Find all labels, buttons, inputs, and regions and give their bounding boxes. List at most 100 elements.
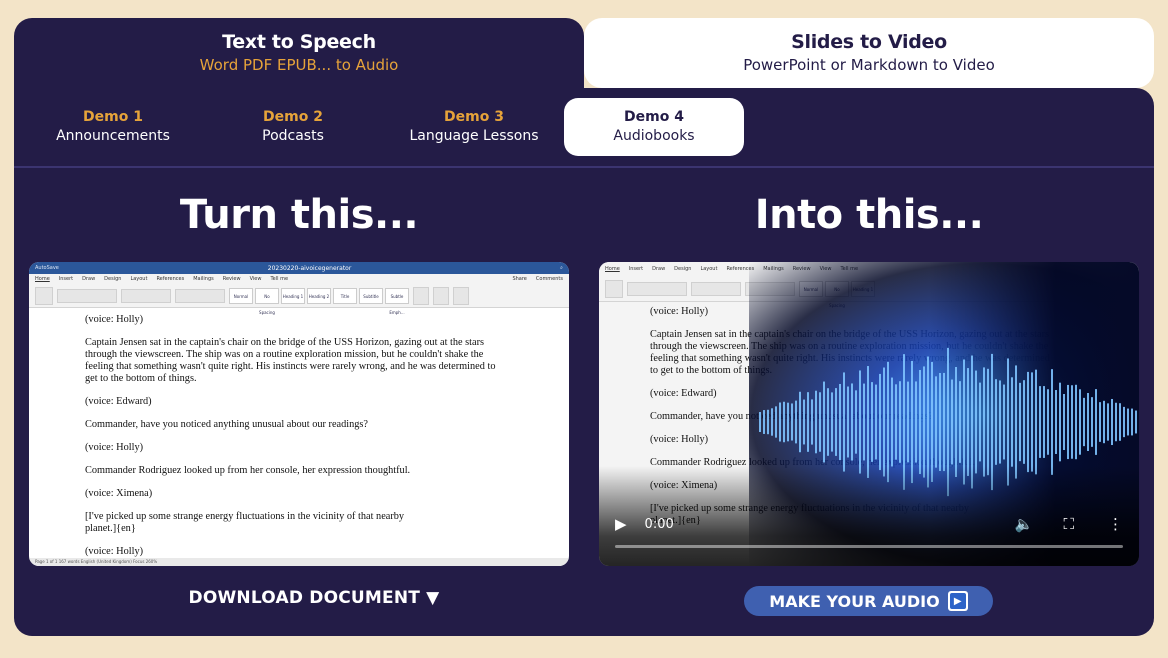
- menu-item: Review: [222, 276, 241, 282]
- waveform-bar: [943, 372, 945, 472]
- demo-number: Demo 2: [263, 109, 323, 125]
- tab-demo-2[interactable]: Demo 2 Podcasts: [203, 98, 383, 156]
- waveform-bar: [899, 381, 901, 463]
- style-box: Heading 2: [307, 287, 331, 304]
- menu-item: Design: [104, 276, 122, 282]
- menu-item: Layout: [700, 266, 718, 272]
- waveform-bar: [1063, 393, 1065, 451]
- word-title-bar: AutoSave 20230220-aivoicegenerator ⌕: [29, 262, 569, 274]
- waveform-bar: [907, 381, 909, 463]
- waveform-bar: [871, 382, 873, 462]
- styles-pane-icon: [413, 286, 429, 305]
- demo-number: Demo 1: [83, 109, 143, 125]
- waveform-bar: [1031, 372, 1033, 472]
- menu-item: References: [156, 276, 185, 282]
- share-label: Share: [512, 276, 527, 282]
- waveform-bar: [911, 360, 913, 484]
- tab-demo-4[interactable]: Demo 4 Audiobooks: [564, 98, 744, 156]
- waveform-bar: [935, 376, 937, 468]
- waveform-bar: [939, 373, 941, 471]
- waveform-bar: [1115, 402, 1117, 442]
- video-progress-bar[interactable]: [615, 545, 1123, 548]
- word-document-preview: AutoSave 20230220-aivoicegenerator ⌕ Hom…: [29, 262, 569, 566]
- waveform-bar: [783, 401, 785, 443]
- menu-item: Home: [35, 276, 50, 282]
- video-player[interactable]: Home Insert Draw Design Layout Reference…: [599, 262, 1139, 566]
- waveform-bar: [923, 366, 925, 478]
- tab-slides-to-video[interactable]: Slides to Video PowerPoint or Markdown t…: [584, 18, 1154, 88]
- tab-subtitle: PowerPoint or Markdown to Video: [743, 56, 995, 74]
- style-box: Heading 1: [281, 287, 305, 304]
- menu-item: View: [249, 276, 262, 282]
- font-controls: [57, 288, 117, 303]
- waveform-bar: [887, 361, 889, 483]
- voice-tag: (voice: Holly): [85, 442, 144, 453]
- waveform-bar: [839, 383, 841, 461]
- heading-turn-this: Turn this...: [179, 192, 419, 238]
- waveform-bar: [847, 386, 849, 458]
- fullscreen-icon[interactable]: ⛶: [1063, 515, 1074, 533]
- style-box: Subtle Emph...: [385, 287, 409, 315]
- waveform-bar: [1071, 385, 1073, 459]
- demo-panel: Demo 1 Announcements Demo 2 Podcasts Dem…: [14, 86, 1154, 636]
- alignment-controls: [175, 288, 225, 303]
- waveform-bar: [1075, 384, 1077, 460]
- waveform-bar: [951, 379, 953, 465]
- tab-subtitle: Word PDF EPUB... to Audio: [199, 56, 399, 74]
- waveform-bar: [1027, 371, 1029, 473]
- volume-icon[interactable]: 🔈: [1015, 515, 1034, 533]
- waveform-bar: [811, 399, 813, 445]
- waveform-bar: [867, 366, 869, 478]
- waveform-bar: [1091, 397, 1093, 447]
- waveform-bar: [827, 388, 829, 456]
- download-document-button[interactable]: DOWNLOAD DOCUMENT ▼: [149, 588, 479, 608]
- video-time: 0:00: [644, 516, 674, 532]
- demo-number: Demo 4: [624, 109, 684, 125]
- divider: [14, 166, 1154, 168]
- waveform-bar: [1047, 389, 1049, 455]
- tab-title: Text to Speech: [222, 31, 376, 53]
- waveform-bar: [815, 390, 817, 454]
- waveform-bar: [1039, 386, 1041, 458]
- waveform-bar: [983, 367, 985, 477]
- menu-item: Tell me: [270, 276, 289, 282]
- waveform-bar: [799, 391, 801, 453]
- play-icon[interactable]: ▶: [615, 515, 627, 533]
- video-controls: ▶ 0:00 🔈 ⛶ ⋮: [599, 512, 1139, 536]
- document-filename: 20230220-aivoicegenerator: [267, 264, 352, 272]
- waveform-bar: [791, 403, 793, 441]
- menu-item: Insert: [58, 276, 74, 282]
- demo-label: Language Lessons: [409, 128, 539, 144]
- demo-label: Podcasts: [262, 128, 324, 144]
- waveform-bar: [1087, 392, 1089, 452]
- waveform-bar: [967, 368, 969, 476]
- waveform-bar: [959, 381, 961, 463]
- waveform-bar: [979, 382, 981, 462]
- heading-into-this: Into this...: [754, 192, 984, 238]
- dictate-icon: [433, 286, 449, 305]
- waveform-bar: [1131, 408, 1133, 436]
- tab-demo-1[interactable]: Demo 1 Announcements: [23, 98, 203, 156]
- waveform-bar: [895, 384, 897, 460]
- menu-item: Draw: [652, 266, 666, 272]
- demo-number: Demo 3: [444, 109, 504, 125]
- waveform-bar: [851, 383, 853, 461]
- tab-demo-3[interactable]: Demo 3 Language Lessons: [384, 98, 564, 156]
- waveform-bar: [775, 406, 777, 438]
- waveform-bar: [915, 381, 917, 463]
- menu-item: Design: [674, 266, 692, 272]
- waveform-bar: [1035, 369, 1037, 475]
- editor-icon: [453, 286, 469, 305]
- more-options-icon[interactable]: ⋮: [1108, 515, 1123, 533]
- voice-tag: (voice: Holly): [85, 314, 144, 325]
- waveform-bar: [787, 402, 789, 442]
- menu-item: Insert: [628, 266, 644, 272]
- make-your-audio-button[interactable]: MAKE YOUR AUDIO ▶: [744, 586, 993, 616]
- waveform-bar: [1003, 384, 1005, 460]
- paragraph-controls: [121, 288, 171, 303]
- voice-tag: (voice: Holly): [85, 546, 144, 557]
- waveform-bar: [771, 408, 773, 436]
- autosave-label: AutoSave: [35, 265, 59, 271]
- waveform-bar: [955, 367, 957, 477]
- word-ribbon: Normal No Spacing Heading 1 Heading 2 Ti…: [29, 284, 569, 315]
